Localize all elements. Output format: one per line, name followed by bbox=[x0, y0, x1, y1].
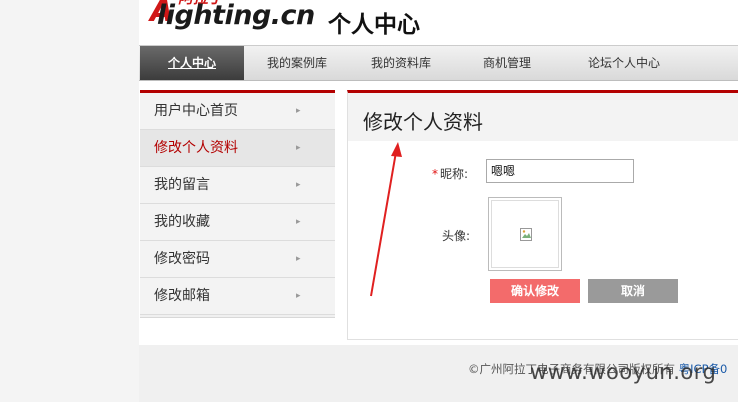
watermark: www.wooyun.org bbox=[530, 360, 717, 384]
annotation-arrow bbox=[370, 142, 402, 297]
